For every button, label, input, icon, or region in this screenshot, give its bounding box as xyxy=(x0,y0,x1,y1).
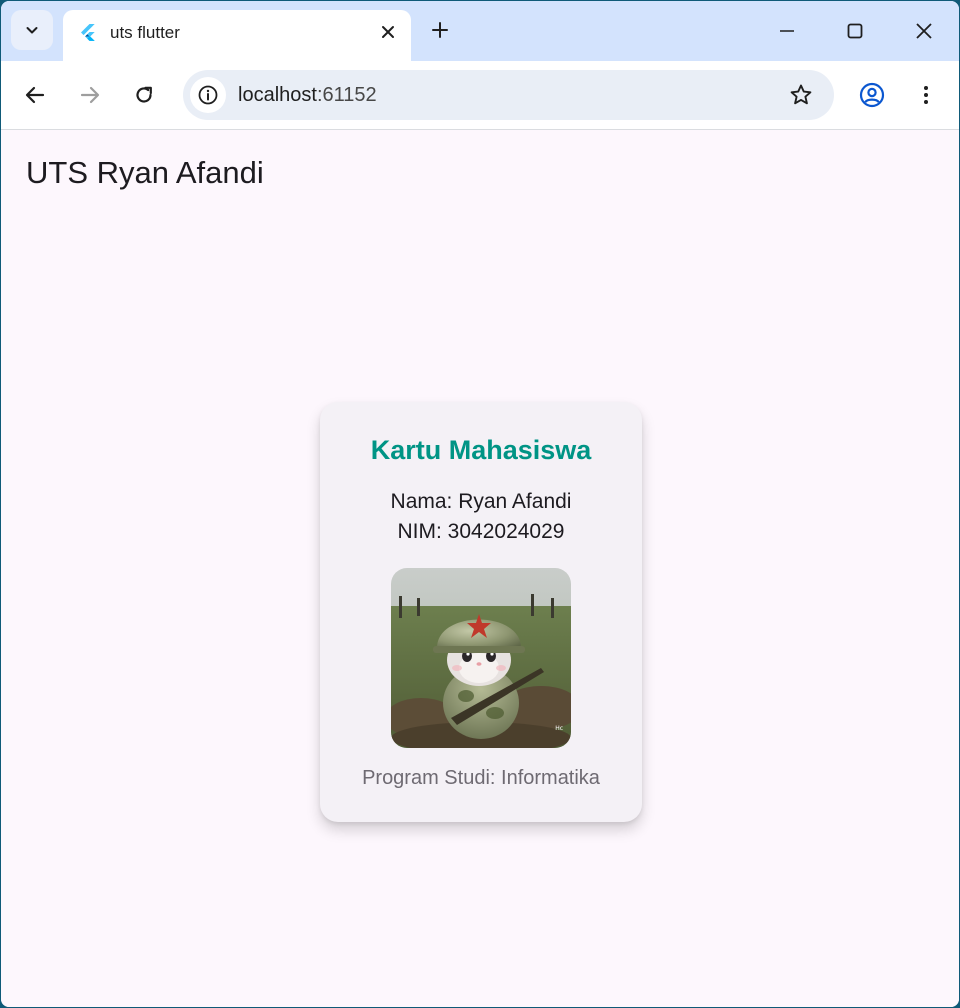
close-icon xyxy=(916,23,932,39)
student-card: Kartu Mahasiswa Nama: Ryan Afandi NIM: 3… xyxy=(320,402,642,822)
account-circle-icon xyxy=(859,82,885,108)
new-tab-button[interactable] xyxy=(425,15,455,45)
reload-button[interactable] xyxy=(126,77,162,113)
tab-search-button[interactable] xyxy=(11,10,53,50)
arrow-right-icon xyxy=(80,86,100,104)
back-button[interactable] xyxy=(17,77,53,113)
forward-button[interactable] xyxy=(72,77,108,113)
bookmark-button[interactable] xyxy=(788,82,814,108)
tab-active[interactable]: uts flutter xyxy=(63,10,411,61)
site-info-button[interactable] xyxy=(190,77,226,113)
reload-icon xyxy=(136,86,152,103)
browser-toolbar: localhost:61152 xyxy=(1,61,959,130)
url-port: :61152 xyxy=(316,84,377,106)
maximize-button[interactable] xyxy=(832,9,878,53)
more-vertical-icon xyxy=(924,86,928,104)
url-text: localhost:61152 xyxy=(238,84,377,107)
study-program: Program Studi: Informatika xyxy=(362,767,600,789)
star-icon xyxy=(790,84,812,105)
close-icon xyxy=(382,26,394,38)
arrow-left-icon xyxy=(25,86,45,104)
flutter-logo-icon xyxy=(81,24,95,41)
page-content: UTS Ryan Afandi Kartu Mahasiswa Nama: Ry… xyxy=(1,131,959,1007)
browser-window: uts flutter localhost:61152 UTS Ryan Afa… xyxy=(1,1,959,1007)
browser-menu-button[interactable] xyxy=(908,77,944,113)
student-name: Nama: Ryan Afandi xyxy=(390,490,572,513)
card-title: Kartu Mahasiswa xyxy=(370,435,592,465)
plus-icon xyxy=(432,22,448,38)
cat-soldier-image: Hc xyxy=(391,568,571,748)
appbar-title: UTS Ryan Afandi xyxy=(26,155,264,190)
svg-text:Hc: Hc xyxy=(555,725,563,732)
profile-button[interactable] xyxy=(854,77,890,113)
close-window-button[interactable] xyxy=(901,9,947,53)
minimize-icon xyxy=(780,30,794,32)
maximize-icon xyxy=(847,23,863,39)
info-icon xyxy=(198,85,218,105)
chevron-down-icon xyxy=(26,27,38,34)
tab-close-button[interactable] xyxy=(377,21,399,43)
tab-title: uts flutter xyxy=(110,23,180,42)
tab-strip: uts flutter xyxy=(1,1,959,61)
student-photo: Hc xyxy=(391,568,571,748)
url-host: localhost xyxy=(238,84,317,106)
minimize-button[interactable] xyxy=(764,9,810,53)
address-bar[interactable]: localhost:61152 xyxy=(183,70,834,120)
student-nim: NIM: 3042024029 xyxy=(397,520,565,543)
